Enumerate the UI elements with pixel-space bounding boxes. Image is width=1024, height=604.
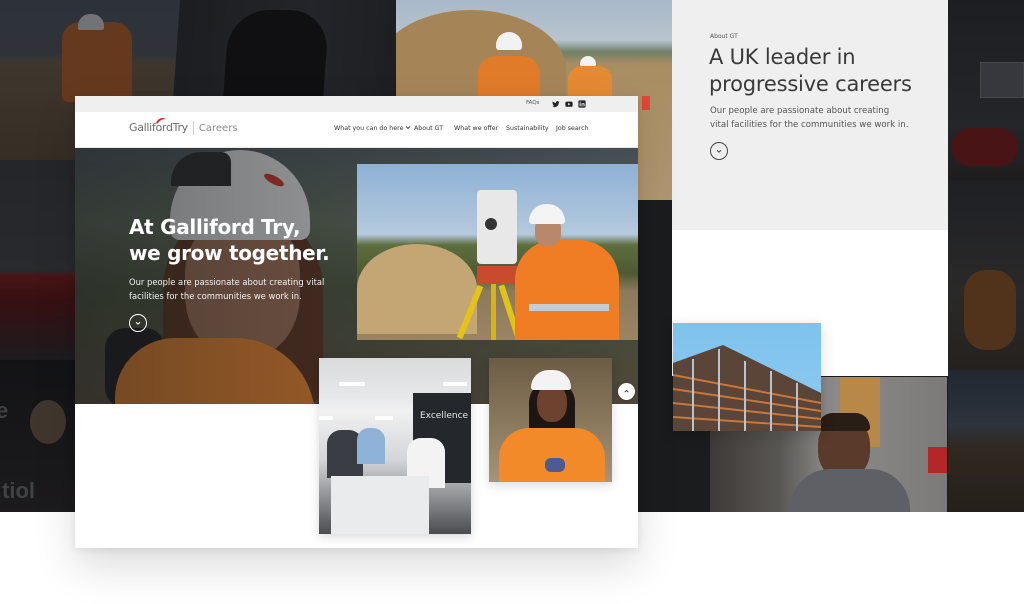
hero-title-line2: we grow together. <box>129 241 330 265</box>
smiling-engineer-photo <box>489 358 612 482</box>
surveyor-photo <box>357 164 638 340</box>
galliford-try-careers-logo[interactable]: GallifordTry Careers <box>129 118 238 135</box>
nav-job-search[interactable]: Job search <box>556 125 589 132</box>
about-eyebrow: About GT <box>710 33 738 40</box>
logo-brand: GallifordTry <box>129 121 188 134</box>
about-title: A UK leader in progressive careers <box>709 44 939 98</box>
about-title-line2: progressive careers <box>709 72 912 96</box>
faqs-link[interactable]: FAQs <box>526 100 540 106</box>
nav-about-gt[interactable]: About GT <box>414 125 443 132</box>
nav-sustainability[interactable]: Sustainability <box>506 125 549 132</box>
hero-scroll-down-button[interactable] <box>129 314 147 332</box>
scroll-to-top-button[interactable] <box>618 383 635 400</box>
logo-divider <box>192 121 194 135</box>
chevron-down-icon <box>405 125 411 132</box>
chevron-down-icon <box>716 149 722 153</box>
chevron-up-icon <box>624 389 629 393</box>
bg-photo-office-right <box>948 0 1024 180</box>
website-mockup: FAQs GallifordTry Careers What you can d… <box>75 96 638 548</box>
hero-title-line1: At Galliford Try, <box>129 215 301 239</box>
office-meeting-photo: Excellence <box>319 358 471 534</box>
main-navigation: GallifordTry Careers What you can do her… <box>75 112 638 148</box>
utility-bar: FAQs <box>75 96 638 112</box>
linkedin-icon <box>577 99 586 108</box>
nav-what-we-offer[interactable]: What we offer <box>454 125 498 132</box>
office-sign-text: Excellence <box>420 411 469 421</box>
nav-item-label: What you can do here <box>334 125 404 132</box>
red-chair <box>928 447 947 473</box>
bg-photo-worker-right <box>948 180 1024 370</box>
bg-photo-presenter <box>173 0 400 96</box>
about-scroll-down-button[interactable] <box>710 142 728 160</box>
hero-title: At Galliford Try, we grow together. <box>129 214 369 266</box>
linkedin-link[interactable] <box>577 99 586 108</box>
person-hair <box>818 413 870 431</box>
chevron-down-icon <box>135 321 141 325</box>
youtube-link[interactable] <box>564 99 573 108</box>
twitter-link[interactable] <box>551 99 560 108</box>
twitter-icon <box>551 100 560 107</box>
about-panel: About GT A UK leader in progressive care… <box>672 0 948 376</box>
bg-photo-landscape-right <box>948 370 1024 512</box>
about-text: Our people are passionate about creating… <box>710 106 909 130</box>
logo-section: Careers <box>198 123 238 134</box>
building-construction-photo <box>673 323 821 431</box>
hero-text: Our people are passionate about creating… <box>129 277 325 301</box>
bg-photo-office-left <box>0 160 75 360</box>
bg-photo-office-sign: e tiol <box>0 360 75 512</box>
nav-what-you-can-do-here[interactable]: What you can do here <box>334 125 411 132</box>
youtube-icon <box>564 101 573 107</box>
about-title-line1: A UK leader in <box>709 45 856 69</box>
person-shirt <box>790 469 910 512</box>
building-illustration <box>673 345 821 431</box>
